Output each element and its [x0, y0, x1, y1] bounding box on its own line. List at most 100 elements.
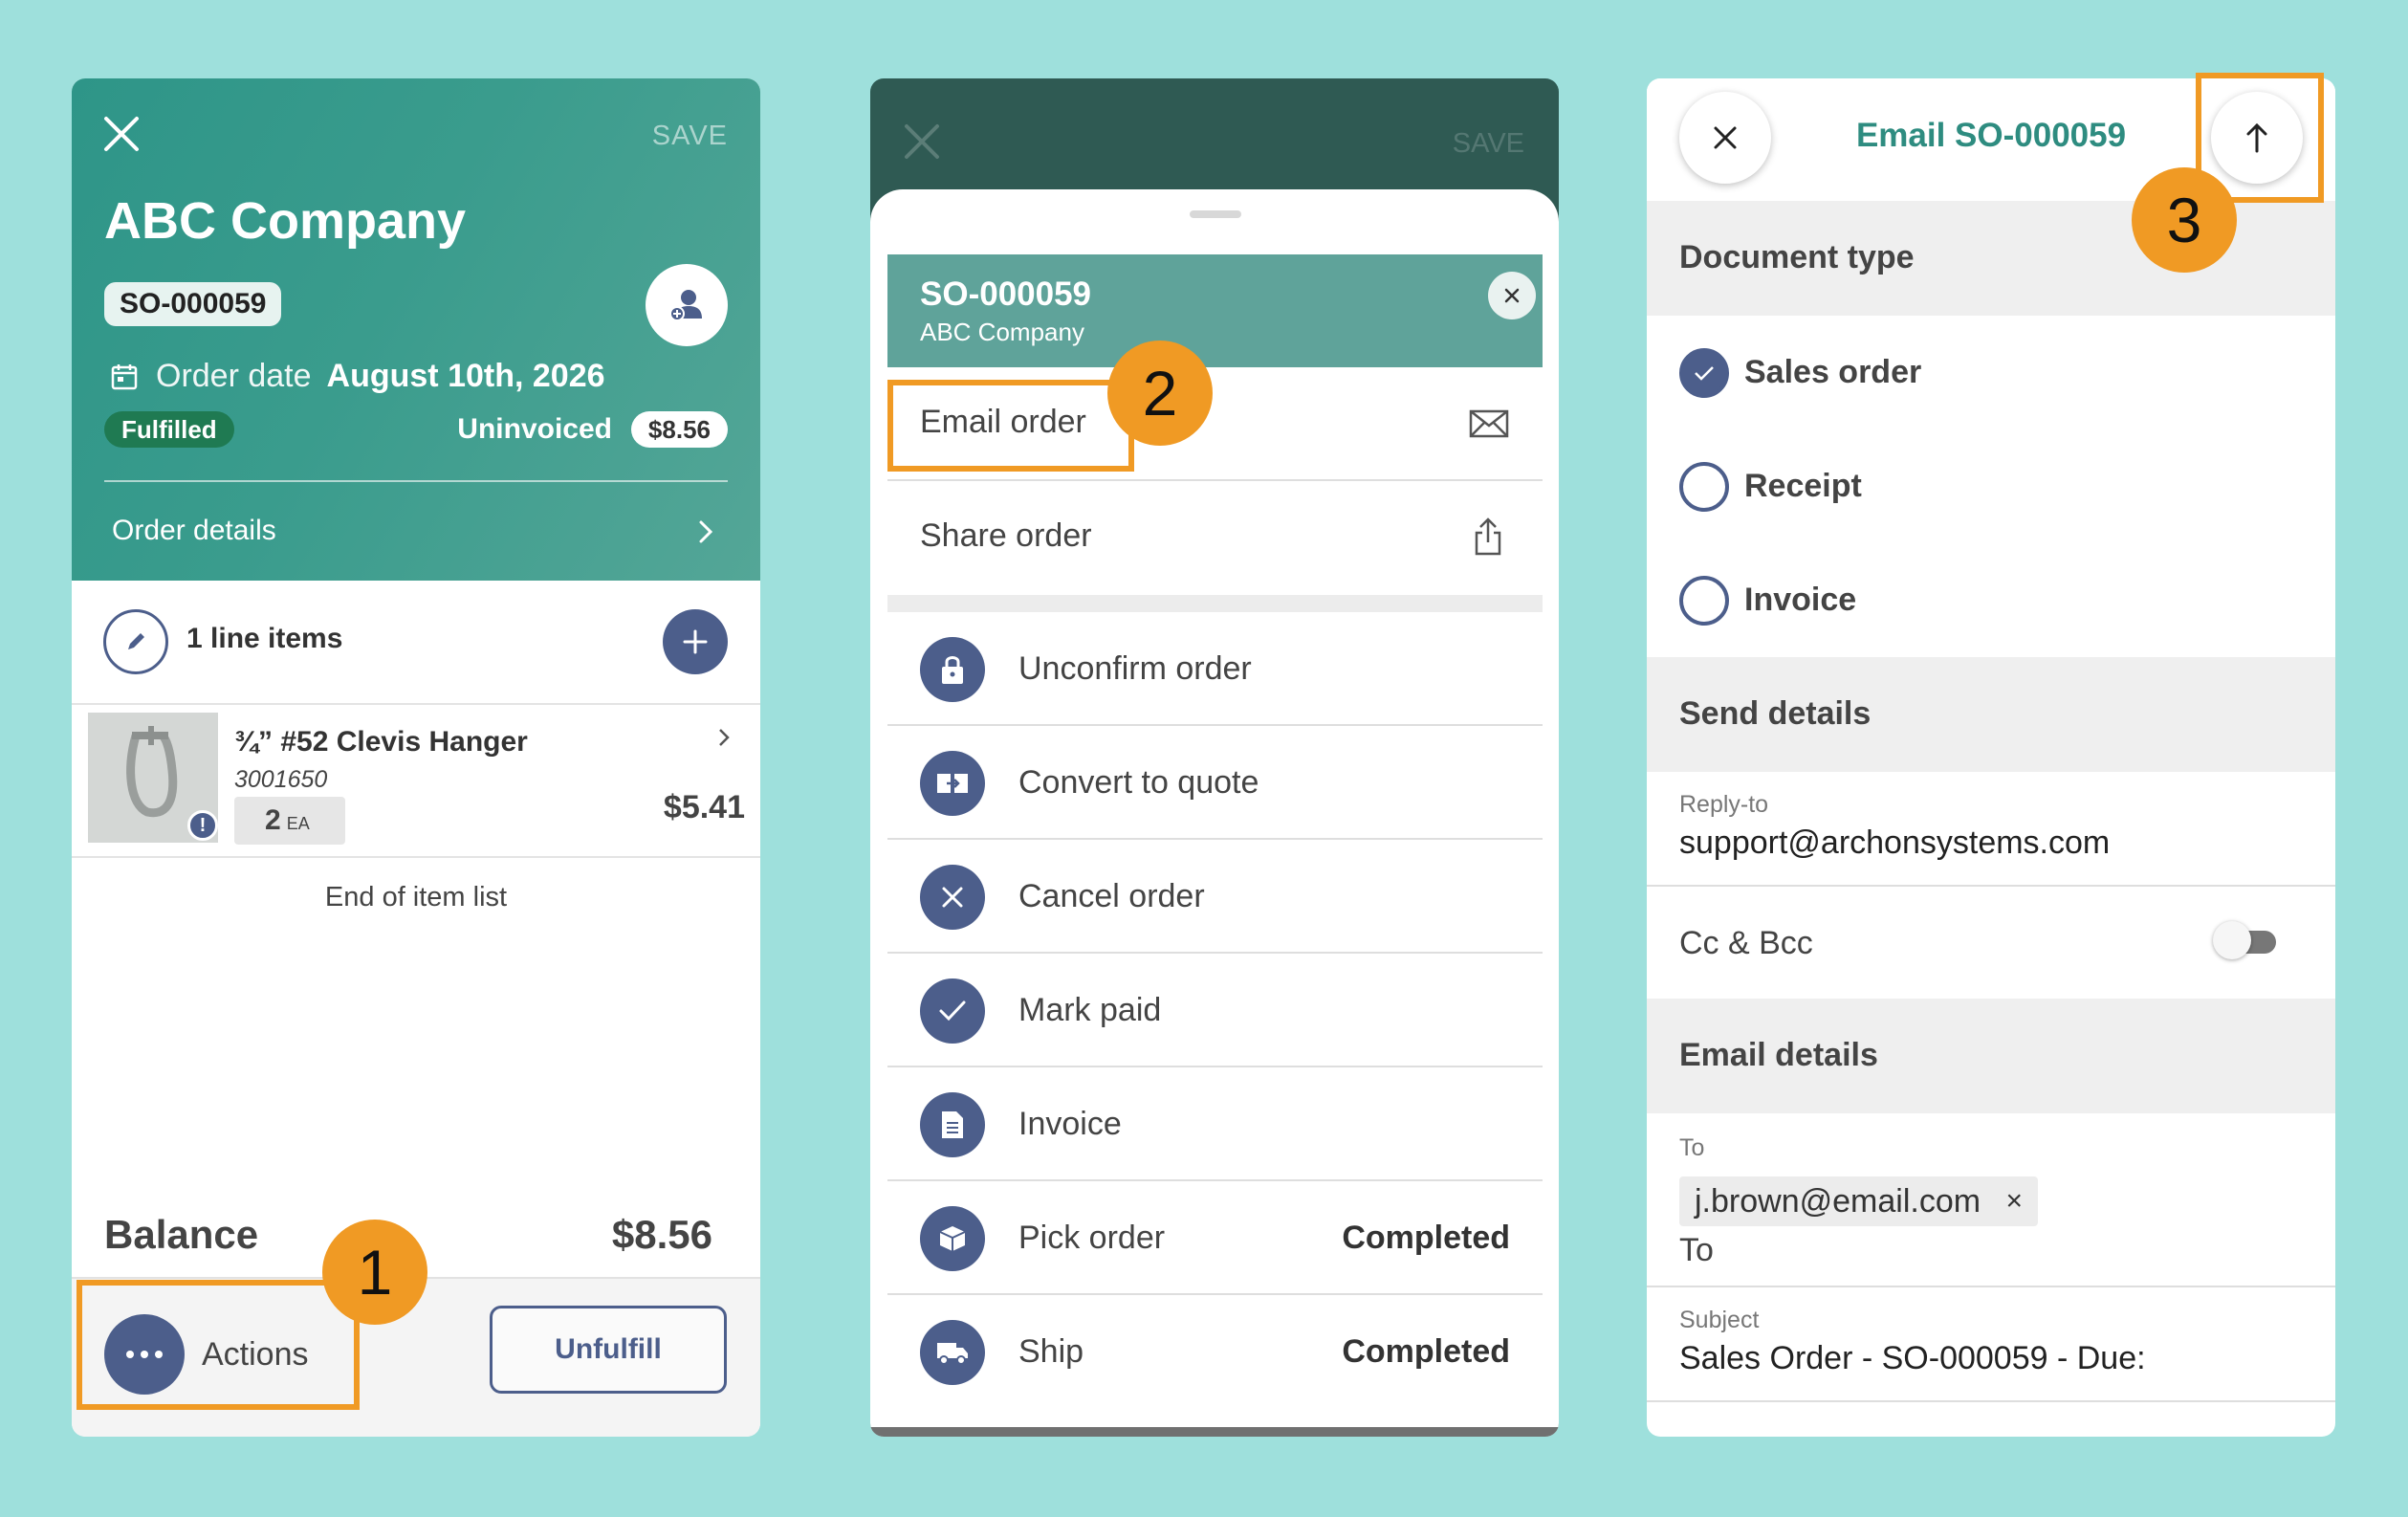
sheet-close-button[interactable] [1488, 272, 1536, 319]
truck-icon [920, 1320, 985, 1385]
order-screen: SAVE ABC Company SO-000059 Order date Au… [72, 78, 760, 1437]
cancel-order-item[interactable]: Cancel order [887, 840, 1543, 954]
share-order-item[interactable]: Share order [887, 481, 1543, 595]
sales-order-label: Sales order [1744, 354, 1922, 390]
to-caption: To [1679, 1134, 1705, 1161]
order-number-badge: SO-000059 [104, 282, 282, 326]
to-field[interactable]: To j.brown@email.com × To [1647, 1113, 2335, 1287]
item-quantity: 2 EA [234, 797, 345, 845]
convert-to-quote-item[interactable]: Convert to quote [887, 726, 1543, 840]
document-type-heading: Document type [1679, 239, 1915, 275]
share-order-label: Share order [920, 517, 1092, 554]
sheet-header: SO-000059 ABC Company [887, 254, 1543, 367]
unconfirm-order-item[interactable]: Unconfirm order [887, 612, 1543, 726]
order-header: SAVE ABC Company SO-000059 Order date Au… [72, 78, 760, 581]
email-order-screen: Email SO-000059 Document type Sales orde… [1647, 78, 2335, 1437]
invoice-label: Invoice [1744, 582, 1857, 618]
check-icon [920, 978, 985, 1044]
subject-field[interactable]: Subject Sales Order - SO-000059 - Due: [1647, 1287, 2335, 1402]
customer-contact-button[interactable] [646, 264, 728, 346]
warning-icon: ! [187, 810, 218, 841]
item-name: ¾” #52 Clevis Hanger [234, 726, 528, 758]
order-date-label: Order date [156, 358, 312, 394]
step-1-badge: 1 [322, 1220, 427, 1325]
actions-sheet: SO-000059 ABC Company Email order Share … [870, 189, 1559, 1437]
calendar-icon [111, 363, 138, 389]
actions-sheet-screen: SAVE SO-000059 ABC Company Email order S… [870, 78, 1559, 1437]
step-2-highlight [887, 380, 1134, 472]
reply-to-caption: Reply-to [1679, 791, 1769, 818]
send-details-heading: Send details [1679, 695, 1872, 732]
order-details-link[interactable]: Order details [112, 515, 276, 547]
subject-caption: Subject [1679, 1307, 1760, 1333]
x-icon [920, 865, 985, 930]
share-icon [1475, 517, 1501, 556]
reply-to-field[interactable]: Reply-to support@archonsystems.com [1647, 772, 2335, 887]
line-item[interactable]: ! ¾” #52 Clevis Hanger 3001650 2 EA $5.41 [72, 705, 760, 858]
person-icon [669, 290, 702, 321]
pick-order-label: Pick order [1018, 1220, 1166, 1256]
mail-icon [1469, 409, 1509, 438]
ship-status: Completed [1342, 1333, 1510, 1370]
close-icon [905, 124, 939, 159]
cancel-order-label: Cancel order [1018, 878, 1205, 914]
invoice-label: Invoice [1018, 1106, 1122, 1142]
balance-value: $8.56 [611, 1212, 712, 1257]
cc-bcc-toggle[interactable] [2213, 921, 2276, 959]
convert-icon [920, 751, 985, 816]
sheet-bottom-edge [870, 1427, 1559, 1437]
line-items-count: 1 line items [186, 623, 343, 654]
sheet-grab-handle[interactable] [1190, 210, 1241, 218]
unfulfill-button[interactable]: Unfulfill [490, 1306, 727, 1394]
end-of-list-text: End of item list [324, 882, 508, 912]
item-qty-unit: EA [286, 814, 310, 833]
add-item-button[interactable] [663, 609, 728, 674]
receipt-label: Receipt [1744, 468, 1862, 504]
radio-icon[interactable] [1679, 462, 1729, 512]
radio-checked-icon[interactable] [1679, 348, 1729, 398]
chevron-right-icon[interactable] [693, 517, 718, 547]
item-qty-value: 2 [265, 804, 281, 836]
item-price: $5.41 [663, 789, 745, 825]
mark-paid-item[interactable]: Mark paid [887, 954, 1543, 1067]
reply-to-value: support@archonsystems.com [1679, 824, 2111, 861]
invoice-amount-badge: $8.56 [630, 411, 728, 448]
order-date-row: Order date August 10th, 2026 [110, 358, 605, 395]
doc-type-sales-order[interactable]: Sales order [1647, 316, 2335, 429]
save-button: SAVE [1452, 128, 1524, 159]
edit-pencil-icon[interactable] [103, 609, 168, 674]
lock-icon [920, 637, 985, 702]
step-1-highlight [77, 1280, 360, 1410]
sheet-order-number: SO-000059 [920, 275, 1092, 313]
to-input-placeholder[interactable]: To [1679, 1232, 1714, 1269]
convert-to-quote-label: Convert to quote [1018, 764, 1259, 801]
pick-order-item[interactable]: Pick order Completed [887, 1181, 1543, 1295]
save-button[interactable]: SAVE [652, 121, 728, 152]
subject-value: Sales Order - SO-000059 - Due: [1679, 1340, 2146, 1376]
remove-recipient-icon[interactable]: × [2006, 1176, 2024, 1226]
order-date-value: August 10th, 2026 [326, 358, 605, 394]
sheet-company: ABC Company [920, 318, 1084, 346]
email-details-heading: Email details [1679, 1037, 1878, 1073]
step-2-badge: 2 [1107, 341, 1213, 446]
recipient-email: j.brown@email.com [1695, 1183, 1981, 1220]
doc-type-invoice[interactable]: Invoice [1647, 543, 2335, 657]
cc-bcc-row: Cc & Bcc [1647, 887, 2335, 999]
ship-item[interactable]: Ship Completed [887, 1295, 1543, 1409]
header-divider [104, 480, 728, 482]
item-sku: 3001650 [234, 766, 328, 793]
close-icon[interactable] [100, 113, 142, 155]
box-icon [920, 1206, 985, 1271]
balance-label: Balance [104, 1212, 259, 1257]
chevron-right-icon[interactable] [714, 724, 733, 751]
cc-bcc-label: Cc & Bcc [1679, 925, 1813, 961]
doc-type-receipt[interactable]: Receipt [1647, 429, 2335, 543]
invoice-item[interactable]: Invoice [887, 1067, 1543, 1181]
plus-icon [683, 629, 708, 654]
ship-label: Ship [1018, 1333, 1084, 1370]
unconfirm-order-label: Unconfirm order [1018, 650, 1252, 687]
email-details-section: Email details [1647, 999, 2335, 1113]
radio-icon[interactable] [1679, 576, 1729, 626]
pencil-icon [128, 633, 144, 649]
recipient-chip[interactable]: j.brown@email.com × [1679, 1176, 2039, 1226]
